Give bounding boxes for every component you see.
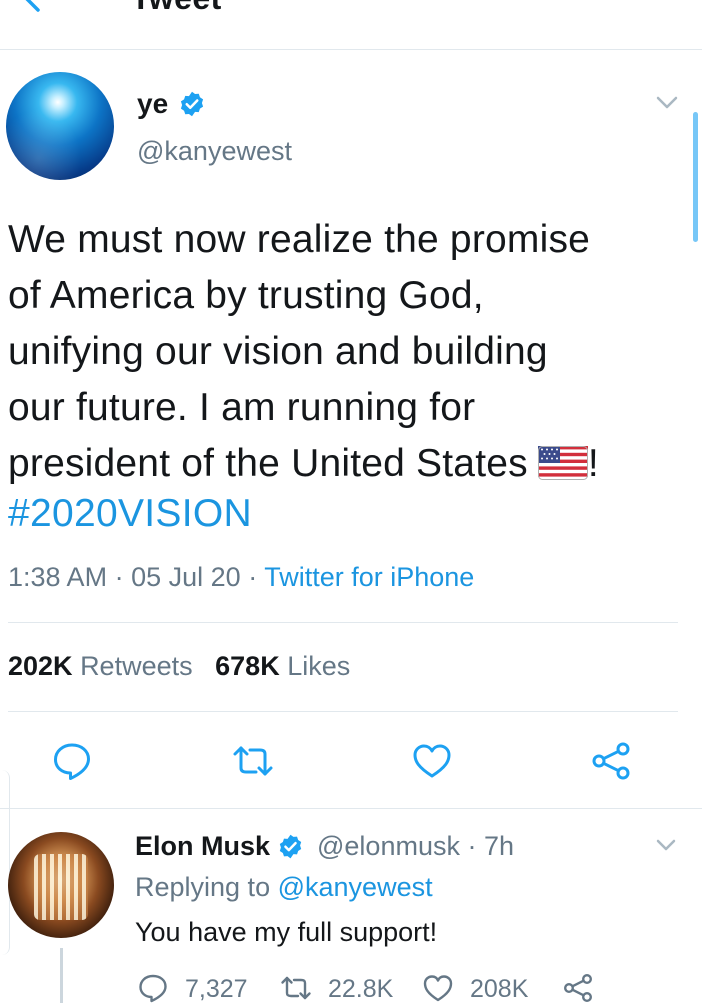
tweet-text-line: our future. I am running for	[8, 386, 476, 429]
tweet-time: 1:38 AM	[8, 562, 108, 592]
retweets-stat[interactable]: 202K Retweets	[8, 651, 193, 681]
likes-count: 678K	[215, 651, 280, 681]
tweet-text-line: of America by trusting God,	[8, 274, 484, 317]
avatar[interactable]	[8, 832, 114, 938]
chevron-down-icon[interactable]	[652, 836, 680, 856]
reply-author-handle[interactable]: @elonmusk	[317, 831, 460, 861]
retweet-icon	[233, 746, 273, 776]
share-icon	[564, 974, 593, 1003]
author-name[interactable]: ye	[137, 88, 168, 120]
like-heart-icon	[413, 744, 451, 778]
meta-separator: ·	[114, 562, 124, 592]
tweet-source-link[interactable]: Twitter for iPhone	[264, 562, 474, 592]
hashtag-link[interactable]: #2020VISION	[8, 492, 252, 536]
reply-like-count: 208K	[470, 975, 529, 1003]
back-button[interactable]	[14, 0, 54, 18]
back-arrow-icon	[25, 0, 40, 12]
verified-badge-icon	[279, 834, 302, 859]
reply-icon	[139, 974, 167, 1003]
reply-retweet-count: 22.8K	[328, 975, 394, 1003]
replying-to: Replying to @kanyewest	[135, 872, 433, 903]
divider	[0, 808, 702, 809]
us-flag-emoji-icon	[537, 446, 588, 480]
verified-badge-icon	[180, 91, 204, 117]
scrollbar[interactable]	[693, 112, 698, 242]
likes-stat[interactable]: 678K Likes	[215, 651, 350, 681]
reply-button[interactable]	[51, 740, 93, 782]
tweet-text-tail: !	[587, 442, 599, 485]
retweets-label: Retweets	[80, 651, 193, 681]
top-bar: Tweet	[0, 0, 702, 50]
replying-to-link[interactable]: @kanyewest	[278, 872, 433, 902]
share-button[interactable]	[590, 740, 632, 782]
tweet-text-line: president of the United States	[8, 442, 528, 485]
likes-label: Likes	[287, 651, 351, 681]
like-button[interactable]	[411, 740, 453, 782]
reply-author-name[interactable]: Elon Musk	[135, 831, 270, 862]
share-icon	[592, 742, 630, 780]
panel-edge	[0, 770, 10, 955]
author-handle[interactable]: @kanyewest	[137, 136, 292, 167]
retweet-icon	[281, 976, 311, 1000]
reply-age: 7h	[484, 831, 515, 861]
divider	[8, 711, 678, 712]
like-heart-icon	[423, 975, 453, 1002]
replying-prefix: Replying to	[135, 872, 271, 902]
retweets-count: 202K	[8, 651, 73, 681]
page-title: Tweet	[131, 0, 222, 17]
tweet-text: We must now realize the promise of Ameri…	[8, 212, 688, 492]
reply-reply-count: 7,327	[185, 975, 248, 1003]
tweet-text-line: unifying our vision and building	[8, 330, 548, 373]
divider	[8, 622, 678, 623]
reply-handle-line: @elonmusk · 7h	[317, 831, 514, 862]
tweet-text-line-flag: president of the United States !	[8, 436, 688, 492]
tweet-meta: 1:38 AM · 05 Jul 20 · Twitter for iPhone	[8, 562, 474, 593]
retweet-button[interactable]	[232, 740, 274, 782]
tweet-date: 05 Jul 20	[131, 562, 241, 592]
reply-icon	[54, 743, 90, 780]
reply-text: You have my full support!	[135, 917, 438, 947]
engagement-stats: 202K Retweets 678K Likes	[8, 651, 350, 682]
thread-line	[60, 948, 63, 1003]
avatar[interactable]	[6, 72, 114, 180]
chevron-down-icon[interactable]	[652, 92, 682, 114]
meta-separator: ·	[467, 831, 477, 861]
meta-separator: ·	[248, 562, 258, 592]
tweet-text-line: We must now realize the promise	[8, 218, 591, 261]
